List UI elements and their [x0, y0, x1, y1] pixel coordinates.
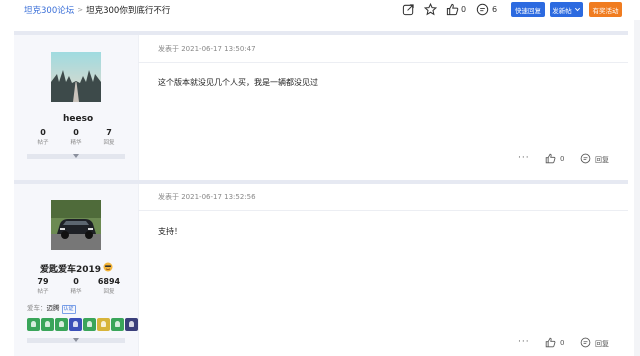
- post-time: 发表于 2021-06-17 13:52:56: [158, 193, 256, 201]
- quick-reply-button[interactable]: 快速回复: [511, 2, 545, 17]
- medal-badges: [27, 318, 138, 331]
- medal-icon[interactable]: [41, 318, 54, 331]
- thread-title: 坦克300你到底行不行: [86, 6, 171, 16]
- stat-value: 0: [73, 277, 79, 286]
- scrollbar[interactable]: [634, 20, 640, 356]
- thumbs-up-icon[interactable]: [545, 337, 556, 348]
- stat-value: 79: [37, 277, 49, 286]
- post-like-count: 0: [560, 155, 565, 163]
- chevron-down-icon: [73, 154, 79, 158]
- chevron-down-icon: [574, 7, 580, 12]
- post-like-count: 0: [560, 339, 565, 347]
- medal-icon[interactable]: [55, 318, 68, 331]
- thread-header: 坦克300论坛 > 坦克300你到底行不行 0 6 快速回复 发新帖 有奖活动: [0, 0, 640, 20]
- comment-icon[interactable]: [476, 3, 489, 16]
- new-post-button[interactable]: 发新帖: [550, 2, 583, 17]
- username[interactable]: heeso: [63, 114, 93, 124]
- stat-replies: 6894 回复: [94, 277, 124, 295]
- stat-label: 回复: [103, 289, 115, 295]
- chevron-down-icon: [73, 338, 79, 342]
- like-count: 0: [461, 5, 467, 14]
- stat-posts: 0 帖子: [28, 128, 58, 146]
- expand-profile-button[interactable]: [27, 338, 125, 343]
- verified-badge: 认证: [61, 305, 76, 314]
- stat-label: 精华: [70, 140, 82, 146]
- post-body: 支持！: [158, 227, 182, 236]
- column-divider: [138, 35, 139, 180]
- avatar[interactable]: [51, 200, 101, 250]
- stat-label: 精华: [70, 289, 82, 295]
- car-label: 爱车：: [27, 304, 47, 312]
- share-icon[interactable]: [402, 3, 415, 16]
- medal-icon[interactable]: [125, 318, 138, 331]
- post-body: 这个版本就没见几个人买，我是一辆都没见过: [158, 78, 318, 87]
- breadcrumb: 坦克300论坛 > 坦克300你到底行不行: [24, 4, 170, 16]
- stat-value: 6894: [97, 277, 121, 286]
- stat-label: 回复: [103, 140, 115, 146]
- medal-icon[interactable]: [111, 318, 124, 331]
- expand-profile-button[interactable]: [27, 154, 125, 159]
- username[interactable]: 爱匙爱车2019: [40, 262, 101, 275]
- car-info: 爱车：迈腾 认证: [27, 302, 76, 314]
- thumbs-up-icon[interactable]: [545, 153, 556, 164]
- stat-label: 帖子: [37, 140, 49, 146]
- post-header-divider: [138, 62, 628, 63]
- new-post-label: 发新帖: [552, 6, 572, 15]
- breadcrumb-separator: >: [77, 6, 84, 14]
- stat-digest: 0 精华: [61, 277, 91, 295]
- prize-event-button[interactable]: 有奖活动: [589, 2, 622, 17]
- comment-count: 6: [492, 5, 498, 14]
- stat-posts: 79 帖子: [28, 277, 58, 295]
- thumbs-up-icon[interactable]: [446, 3, 459, 16]
- stat-value: 0: [40, 128, 46, 137]
- post-header-divider: [138, 210, 628, 211]
- medal-icon[interactable]: [83, 318, 96, 331]
- star-icon[interactable]: [424, 3, 437, 16]
- reply-button[interactable]: 回复: [595, 339, 609, 349]
- breadcrumb-forum-link[interactable]: 坦克300论坛: [24, 4, 74, 16]
- medal-icon[interactable]: [27, 318, 40, 331]
- more-options-button[interactable]: ···: [518, 337, 530, 347]
- reply-icon[interactable]: [580, 153, 591, 164]
- reply-icon[interactable]: [580, 337, 591, 348]
- stat-value: 0: [73, 128, 79, 137]
- reply-button[interactable]: 回复: [595, 155, 609, 165]
- more-options-button[interactable]: ···: [518, 153, 530, 163]
- medal-icon[interactable]: [97, 318, 110, 331]
- stat-replies: 7 回复: [94, 128, 124, 146]
- car-model-link[interactable]: 迈腾: [47, 304, 60, 312]
- emoji-face-icon: [103, 262, 113, 272]
- stat-value: 7: [106, 128, 112, 137]
- stat-label: 帖子: [37, 289, 49, 295]
- stat-digest: 0 精华: [61, 128, 91, 146]
- medal-icon[interactable]: [69, 318, 82, 331]
- avatar[interactable]: [51, 52, 101, 102]
- post-time: 发表于 2021-06-17 13:50:47: [158, 45, 256, 53]
